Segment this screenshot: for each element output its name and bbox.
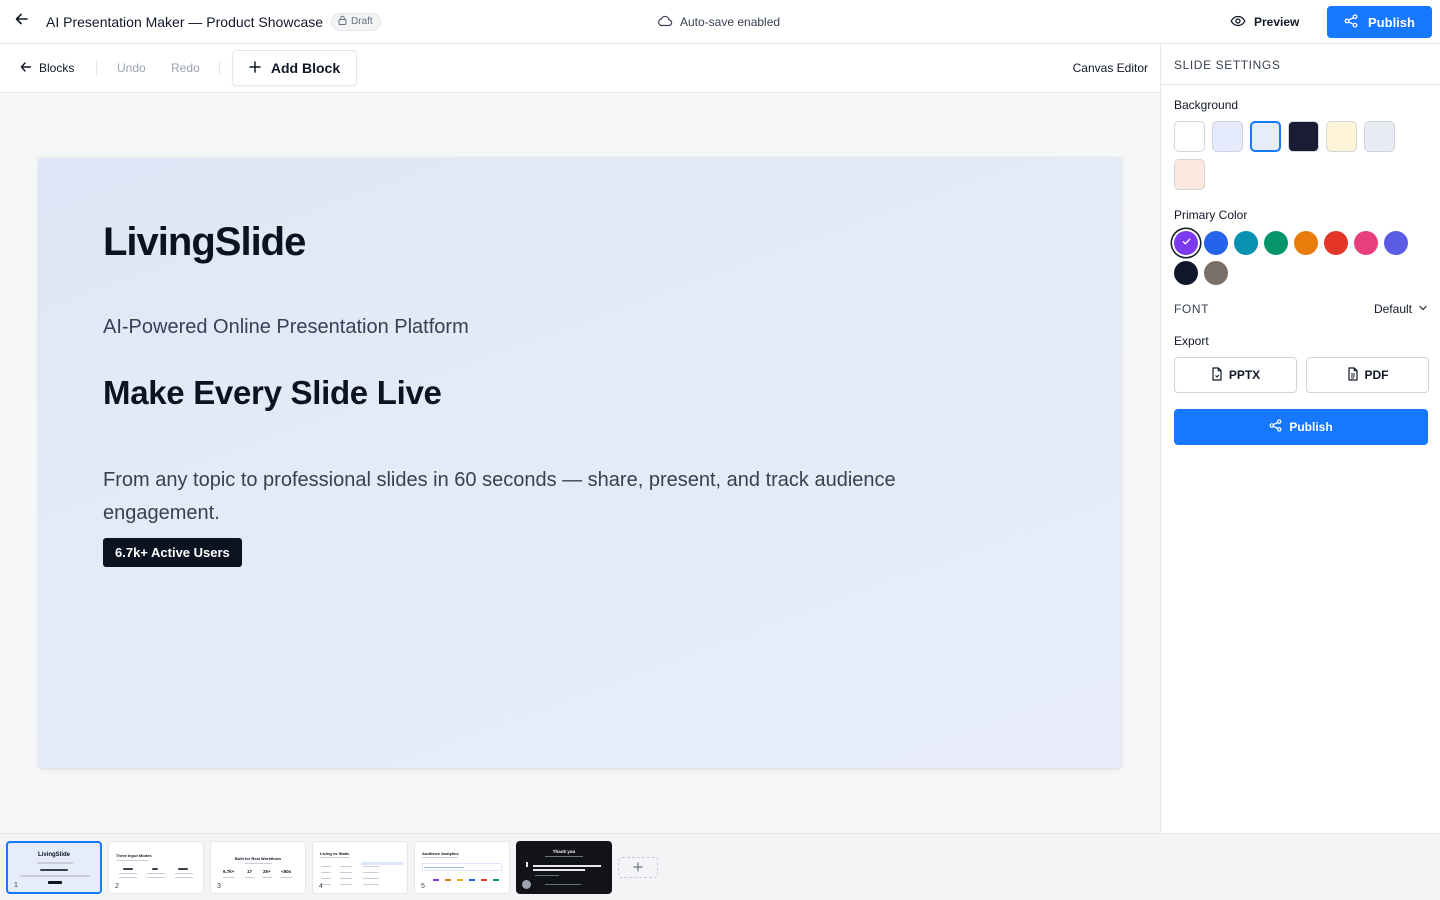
redo-button[interactable]: Redo	[164, 54, 207, 82]
lock-icon	[338, 15, 347, 28]
thumbnail-number: 1	[14, 882, 18, 889]
panel-divider	[1161, 84, 1440, 85]
preview-label: Preview	[1254, 15, 1300, 29]
eye-icon	[1230, 15, 1246, 30]
add-block-label: Add Block	[270, 60, 341, 76]
panel-publish-button[interactable]: Publish	[1174, 409, 1428, 445]
slide-headline[interactable]: Make Every Slide Live	[103, 374, 442, 412]
thumbnail-title: LivingSlide	[37, 852, 70, 858]
document-title[interactable]: AI Presentation Maker — Product Showcase	[46, 14, 323, 30]
thumbnail-number: 2	[115, 883, 119, 890]
font-setting: FONT Default	[1174, 301, 1428, 317]
background-swatch[interactable]	[1174, 121, 1205, 152]
primary-color-swatch[interactable]	[1324, 231, 1348, 255]
export-pptx-button[interactable]: PPTX	[1174, 357, 1297, 393]
slide-subtitle[interactable]: AI-Powered Online Presentation Platform	[103, 316, 469, 339]
thumbnail-title: Thank you	[552, 849, 576, 854]
thumbnail-stat: <60s	[281, 869, 292, 874]
background-swatch[interactable]	[1326, 121, 1357, 152]
add-slide-button[interactable]	[618, 857, 658, 878]
plus-icon	[249, 60, 261, 76]
background-swatch[interactable]	[1250, 121, 1281, 152]
thumbnail-title: Three Input Modes	[116, 853, 152, 858]
editor-toolbar: Blocks Undo Redo Add Block Canvas Editor	[0, 44, 1160, 93]
export-pdf-button[interactable]: PDF	[1306, 357, 1429, 393]
background-swatch[interactable]	[1288, 121, 1319, 152]
thumbnail-title: Audience Analytics	[422, 851, 459, 856]
primary-color-swatch[interactable]	[1264, 231, 1288, 255]
share-icon	[1269, 419, 1282, 435]
font-value: Default	[1373, 302, 1412, 316]
toolbar-divider	[96, 60, 97, 76]
export-pdf-label: PDF	[1364, 368, 1389, 382]
blocks-label: Blocks	[39, 61, 75, 75]
primary-color-swatch[interactable]	[1204, 261, 1228, 285]
primary-color-swatch[interactable]	[1174, 231, 1198, 255]
arrow-left-icon	[14, 11, 30, 32]
slide-thumbnail[interactable]: Thank you	[516, 841, 612, 894]
export-pptx-label: PPTX	[1228, 368, 1261, 382]
slide-canvas[interactable]: LivingSlide AI-Powered Online Presentati…	[39, 158, 1121, 768]
blocks-button[interactable]: Blocks	[12, 54, 82, 82]
primary-color-swatch[interactable]	[1294, 231, 1318, 255]
background-swatch[interactable]	[1174, 159, 1205, 190]
thumbnail-stat: 17	[247, 869, 253, 874]
toolbar-divider	[219, 60, 220, 76]
status-badge: Draft	[331, 12, 381, 31]
slide-thumbnail-strip: LivingSlide 1 Three Input Modes 2 Built …	[0, 833, 1440, 900]
slide-logo-text[interactable]: LivingSlide	[103, 220, 306, 265]
slide-thumbnail[interactable]: Three Input Modes 2	[108, 841, 204, 894]
slide-thumbnail[interactable]: Built for Real Workflows 6.7k+ 17 25+ <6…	[210, 841, 306, 894]
panel-publish-label: Publish	[1289, 420, 1333, 434]
check-icon	[1181, 234, 1192, 252]
autosave-label: Auto-save enabled	[680, 15, 781, 29]
slide-badge[interactable]: 6.7k+ Active Users	[103, 538, 242, 567]
primary-color-swatch[interactable]	[1354, 231, 1378, 255]
slide-thumbnail[interactable]: LivingSlide 1	[6, 841, 102, 894]
share-icon	[1344, 13, 1358, 31]
font-select[interactable]: Default	[1374, 302, 1428, 316]
thumbnail-title: Built for Real Workflows	[234, 856, 282, 861]
editor-mode-label: Canvas Editor	[1072, 61, 1148, 75]
add-block-button[interactable]: Add Block	[232, 50, 357, 86]
background-swatch[interactable]	[1212, 121, 1243, 152]
primary-color-swatch[interactable]	[1174, 261, 1198, 285]
thumbnail-number: 4	[319, 883, 323, 890]
file-text-icon	[1347, 366, 1359, 384]
primary-color-swatch[interactable]	[1204, 231, 1228, 255]
slide-thumbnail[interactable]: Living vs Static 4	[312, 841, 408, 894]
autosave-status: Auto-save enabled	[657, 0, 780, 44]
cloud-icon	[657, 15, 673, 30]
canvas-area: LivingSlide AI-Powered Online Presentati…	[0, 93, 1160, 833]
slide-body-text[interactable]: From any topic to professional slides in…	[103, 464, 923, 530]
publish-label: Publish	[1368, 14, 1415, 30]
undo-button[interactable]: Undo	[110, 54, 153, 82]
primary-color-swatch[interactable]	[1384, 231, 1408, 255]
publish-button[interactable]: Publish	[1327, 6, 1432, 38]
preview-button[interactable]: Preview	[1222, 6, 1307, 38]
primary-color-swatch[interactable]	[1234, 231, 1258, 255]
plus-icon	[633, 859, 643, 877]
back-button[interactable]	[0, 0, 44, 44]
thumbnail-stat: 25+	[263, 869, 271, 874]
slide-settings-panel: SLIDE SETTINGS Background Primary Color …	[1160, 44, 1440, 833]
status-badge-label: Draft	[351, 16, 373, 27]
font-label: FONT	[1174, 302, 1210, 316]
chevron-down-icon	[1418, 302, 1428, 316]
thumbnail-number: 3	[217, 883, 221, 890]
background-swatch[interactable]	[1364, 121, 1395, 152]
panel-title: SLIDE SETTINGS	[1174, 58, 1281, 72]
arrow-left-icon	[20, 61, 32, 76]
primary-color-label: Primary Color	[1174, 208, 1248, 222]
export-label: Export	[1174, 334, 1209, 348]
thumbnail-stat: 6.7k+	[223, 869, 235, 874]
thumbnail-title: Living vs Static	[320, 851, 350, 856]
thumbnail-number: 5	[421, 883, 425, 890]
file-icon	[1211, 366, 1223, 384]
background-label: Background	[1174, 98, 1239, 112]
top-bar: AI Presentation Maker — Product Showcase…	[0, 0, 1440, 44]
slide-thumbnail[interactable]: Audience Analytics 5	[414, 841, 510, 894]
